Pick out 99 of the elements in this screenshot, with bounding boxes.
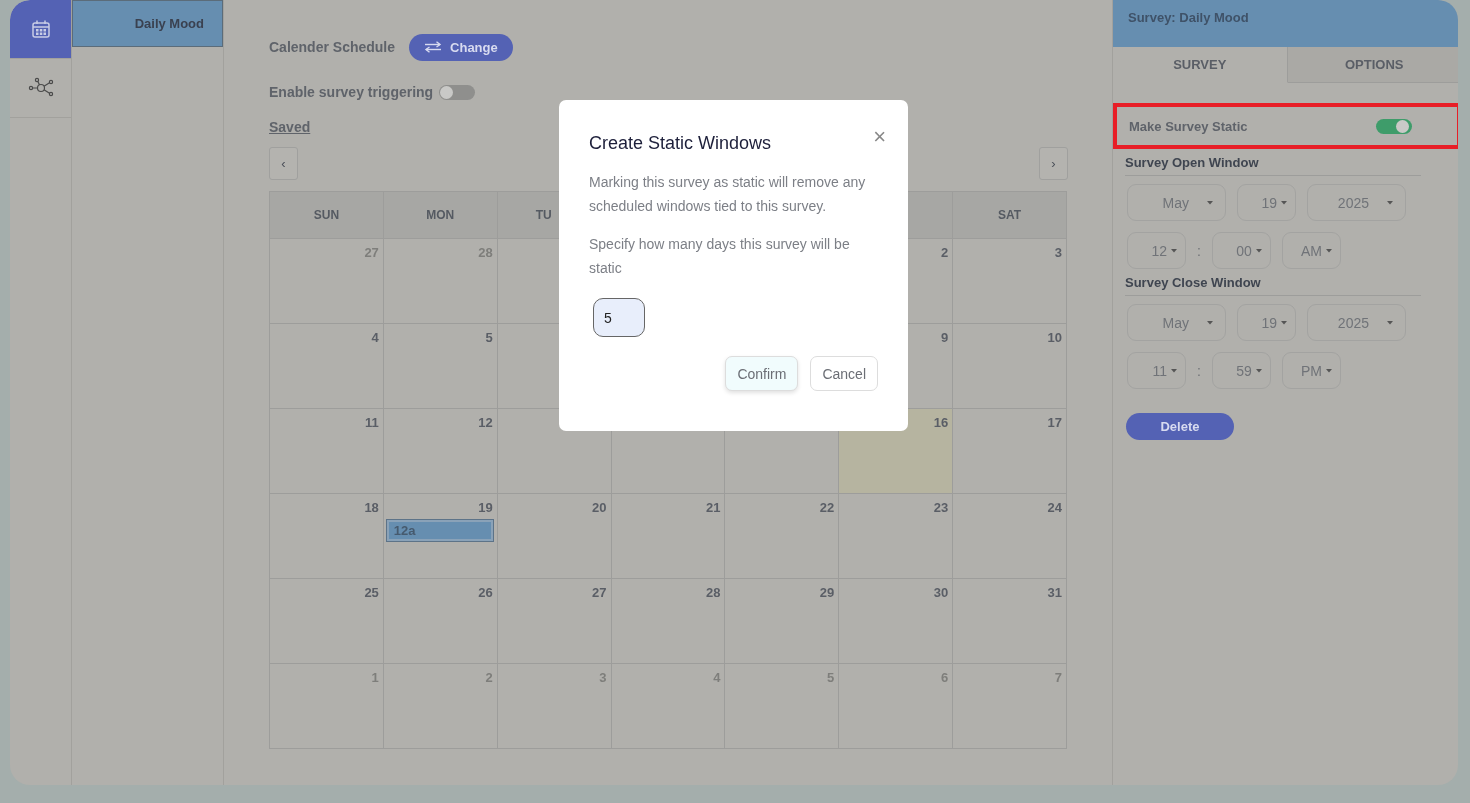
day-number: 22 bbox=[819, 500, 835, 515]
day-number: 25 bbox=[364, 585, 379, 600]
survey-list-item[interactable]: Daily Mood bbox=[72, 0, 223, 47]
swap-icon bbox=[424, 41, 443, 53]
weekday-header: MON bbox=[383, 192, 498, 239]
day-cell[interactable]: 11 bbox=[270, 409, 384, 494]
dropdown[interactable]: 2025 bbox=[1307, 304, 1406, 341]
day-cell[interactable]: 5 bbox=[383, 324, 498, 409]
calendar-icon bbox=[30, 19, 51, 39]
day-number: 17 bbox=[1047, 415, 1062, 430]
day-number: 19 bbox=[478, 500, 493, 515]
dropdown[interactable]: 00 bbox=[1211, 232, 1271, 269]
schedule-label: Calender Schedule bbox=[269, 39, 396, 55]
static-toggle[interactable] bbox=[1376, 118, 1412, 134]
dropdown[interactable]: AM bbox=[1281, 232, 1341, 269]
caret-icon bbox=[1281, 200, 1287, 205]
day-cell[interactable]: 30 bbox=[839, 579, 954, 664]
day-cell[interactable]: 27 bbox=[497, 579, 612, 664]
caret-icon bbox=[1255, 248, 1262, 253]
day-number: 9 bbox=[940, 330, 949, 345]
dropdown[interactable]: May bbox=[1127, 304, 1226, 341]
panel-header: Survey: Daily Mood bbox=[1113, 0, 1458, 47]
day-number: 2 bbox=[940, 245, 949, 260]
day-cell[interactable]: 31 bbox=[953, 579, 1067, 664]
sidebar-tab[interactable] bbox=[10, 0, 71, 59]
day-cell[interactable]: 25 bbox=[270, 579, 384, 664]
previous-button[interactable]: ‹ bbox=[269, 147, 298, 180]
time-separator: : bbox=[1197, 242, 1201, 259]
close-button[interactable]: × bbox=[873, 126, 886, 148]
static-label: Make Survey Static bbox=[1129, 118, 1248, 134]
day-number: 28 bbox=[705, 585, 721, 600]
delete-button[interactable]: Delete bbox=[1126, 413, 1234, 440]
day-number: 20 bbox=[592, 500, 607, 515]
day-number: 16 bbox=[933, 415, 949, 430]
day-number: 10 bbox=[1047, 330, 1062, 345]
caret-icon bbox=[1325, 248, 1332, 253]
day-number: 21 bbox=[705, 500, 721, 515]
day-cell[interactable]: 3 bbox=[953, 239, 1067, 324]
day-cell[interactable]: 21 bbox=[611, 494, 726, 579]
day-number: 30 bbox=[933, 585, 949, 600]
day-number: 27 bbox=[592, 585, 607, 600]
dropdown[interactable]: 19 bbox=[1237, 304, 1296, 341]
day-cell[interactable]: 12 bbox=[383, 409, 498, 494]
dropdown[interactable]: 19 bbox=[1237, 184, 1296, 221]
day-number: 29 bbox=[819, 585, 835, 600]
day-cell[interactable]: 29 bbox=[725, 579, 840, 664]
section-title: Survey Open Window bbox=[1125, 155, 1421, 176]
section-title: Survey Close Window bbox=[1125, 275, 1421, 296]
caret-icon bbox=[1325, 368, 1332, 373]
caret-icon bbox=[1387, 200, 1393, 205]
weekday-header: SAT bbox=[953, 192, 1067, 239]
caret-icon bbox=[1171, 368, 1177, 373]
day-number: 31 bbox=[1047, 585, 1062, 600]
weekday-header: SUN bbox=[270, 192, 384, 239]
day-cell[interactable]: 18 bbox=[270, 494, 384, 579]
day-number: 26 bbox=[478, 585, 493, 600]
caret-icon bbox=[1387, 320, 1393, 325]
day-cell[interactable]: 22 bbox=[725, 494, 840, 579]
confirm-button[interactable]: Confirm bbox=[725, 356, 799, 391]
dropdown[interactable]: PM bbox=[1281, 352, 1341, 389]
day-number: 12 bbox=[478, 415, 493, 430]
day-number: 5 bbox=[485, 330, 493, 345]
dialog-title: Create Static Windows bbox=[589, 133, 772, 154]
day-cell[interactable]: 19 12a bbox=[383, 494, 498, 579]
day-number: 24 bbox=[1047, 500, 1062, 515]
dropdown[interactable]: 12 bbox=[1127, 232, 1186, 269]
saved-link[interactable]: Saved bbox=[269, 119, 311, 135]
day-cell[interactable]: 10 bbox=[953, 324, 1067, 409]
day-number: 23 bbox=[933, 500, 949, 515]
day-number: 3 bbox=[1054, 245, 1062, 260]
change-button[interactable]: Change bbox=[409, 33, 513, 61]
cancel-button[interactable]: Cancel bbox=[810, 356, 878, 391]
network-icon bbox=[27, 77, 54, 99]
day-cell[interactable]: 4 bbox=[270, 324, 384, 409]
day-cell[interactable]: 26 bbox=[383, 579, 498, 664]
caret-icon bbox=[1281, 320, 1287, 325]
tab[interactable]: OPTIONS bbox=[1287, 47, 1458, 83]
caret-icon bbox=[1207, 200, 1213, 205]
dropdown[interactable]: 2025 bbox=[1307, 184, 1406, 221]
trigger-toggle[interactable] bbox=[439, 84, 476, 100]
days-input[interactable]: 5 bbox=[593, 298, 645, 337]
day-cell[interactable]: 20 bbox=[497, 494, 612, 579]
trigger-label: Enable survey triggering bbox=[269, 84, 434, 100]
dropdown[interactable]: 11 bbox=[1127, 352, 1186, 389]
dropdown[interactable]: 59 bbox=[1211, 352, 1271, 389]
day-number: 4 bbox=[371, 330, 379, 345]
day-cell[interactable]: 17 bbox=[953, 409, 1067, 494]
next-button[interactable]: › bbox=[1039, 147, 1068, 180]
dropdown[interactable]: May bbox=[1127, 184, 1226, 221]
caret-icon bbox=[1171, 248, 1177, 253]
day-number: 11 bbox=[365, 415, 379, 430]
caret-icon bbox=[1255, 368, 1262, 373]
caret-icon bbox=[1207, 320, 1213, 325]
day-cell[interactable]: 28 bbox=[611, 579, 726, 664]
time-separator: : bbox=[1197, 362, 1201, 379]
calendar-event[interactable]: 12a bbox=[386, 520, 493, 541]
day-number: 18 bbox=[364, 500, 379, 515]
day-cell[interactable]: 23 bbox=[839, 494, 954, 579]
day-cell[interactable]: 24 bbox=[953, 494, 1067, 579]
